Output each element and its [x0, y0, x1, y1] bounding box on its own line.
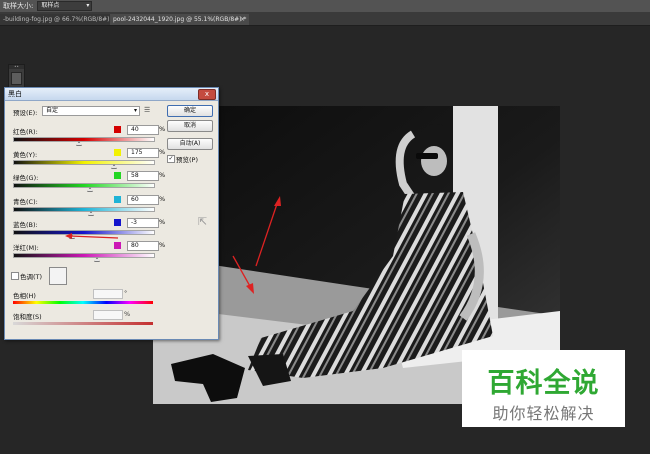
slider-label: 红色(R):: [13, 128, 38, 136]
saturation-slider[interactable]: [13, 322, 153, 325]
watermark-subtitle: 助你轻松解决: [492, 404, 595, 423]
color-swatch: [114, 242, 121, 249]
preset-label: 预设(E):: [13, 109, 38, 117]
slider-value-field[interactable]: -3: [127, 218, 159, 228]
slider-label: 黄色(Y):: [13, 151, 38, 159]
slider-track[interactable]: [13, 183, 155, 188]
slider-label: 青色(C):: [13, 198, 38, 206]
preview-label: 预览(P): [176, 156, 198, 164]
tint-checkbox[interactable]: [11, 272, 19, 280]
percent-unit: %: [159, 241, 166, 249]
preset-select[interactable]: 自定: [42, 106, 140, 116]
collapsed-panel[interactable]: ••: [8, 64, 25, 88]
color-swatch: [114, 126, 121, 133]
saturation-field[interactable]: [93, 310, 123, 320]
red-arrow-line: [69, 235, 119, 239]
hue-field[interactable]: [93, 289, 123, 299]
adjustments-icon[interactable]: [11, 72, 22, 85]
watermark-title: 百科全说: [487, 368, 600, 399]
slider-value-field[interactable]: 60: [127, 195, 159, 205]
dialog-titlebar[interactable]: 黑白 x: [5, 88, 218, 101]
color-swatch: [114, 219, 121, 226]
red-arrow-head: [65, 233, 72, 239]
annotation-arrow: [65, 233, 119, 239]
slider-track[interactable]: [13, 253, 155, 258]
cancel-button[interactable]: 取消: [167, 120, 213, 132]
tab-building-fog[interactable]: -building-fog.jpg @ 66.7%(RGB/8#): [0, 14, 111, 25]
tint-color-swatch[interactable]: [49, 267, 67, 285]
tint-label: 色调(T): [20, 273, 43, 281]
percent-unit: %: [159, 148, 166, 156]
auto-button[interactable]: 自动(A): [167, 138, 213, 150]
saturation-unit: %: [124, 310, 131, 318]
slider-label: 洋红(M):: [13, 244, 39, 252]
color-swatch: [114, 172, 121, 179]
preview-checkbox[interactable]: ✓: [167, 155, 175, 163]
slider-thumb[interactable]: [87, 187, 93, 192]
sample-size-label: 取样大小:: [3, 2, 34, 10]
mouse-pointer-icon: ⇱: [198, 215, 208, 228]
ok-button[interactable]: 确定: [167, 105, 213, 117]
slider-track[interactable]: [13, 137, 155, 142]
black-white-dialog: 黑白 x 预设(E): 自定 ☰ 红色(R): 40% 黄色(Y): 175% 绿色(G…: [4, 87, 219, 340]
face: [421, 146, 447, 176]
slider-thumb[interactable]: [110, 164, 117, 169]
grip-icon[interactable]: ••: [9, 65, 24, 69]
percent-unit: %: [159, 218, 166, 226]
watermark-logo: 百科全说 助你轻松解决: [462, 350, 625, 427]
saturation-label: 饱和度(S): [13, 313, 42, 321]
hue-label: 色相(H): [13, 292, 36, 300]
sample-size-select[interactable]: 取样点: [37, 1, 93, 11]
slider-thumb[interactable]: [88, 211, 95, 216]
tab-label: pool-2432044_1920.jpg @ 55.1%(RGB/8#) *: [113, 16, 247, 23]
slider-value-field[interactable]: 175: [127, 148, 159, 158]
close-icon[interactable]: ×: [240, 14, 245, 25]
tab-label: -building-fog.jpg @ 66.7%(RGB/8#): [3, 16, 110, 23]
percent-unit: %: [159, 171, 166, 179]
slider-track[interactable]: [13, 207, 155, 212]
color-swatch: [114, 196, 121, 203]
hue-unit: °: [124, 289, 128, 297]
percent-unit: %: [159, 195, 166, 203]
slider-value-field[interactable]: 58: [127, 171, 159, 181]
slider-thumb[interactable]: [75, 141, 82, 146]
percent-unit: %: [159, 125, 166, 133]
slider-track[interactable]: [13, 160, 155, 165]
document-tabs: -building-fog.jpg @ 66.7%(RGB/8#) pool-2…: [0, 12, 650, 26]
tab-pool[interactable]: pool-2432044_1920.jpg @ 55.1%(RGB/8#) * …: [110, 14, 249, 25]
close-icon[interactable]: x: [198, 89, 216, 100]
preset-menu-icon[interactable]: ☰: [144, 106, 150, 114]
slider-label: 蓝色(B):: [13, 221, 38, 229]
sunglasses: [416, 153, 438, 159]
slider-value-field[interactable]: 40: [127, 125, 159, 135]
slider-value-field[interactable]: 80: [127, 241, 159, 251]
dialog-title: 黑白: [8, 90, 22, 98]
hue-slider[interactable]: [13, 301, 153, 304]
options-bar: 取样大小: 取样点: [0, 0, 650, 12]
slider-label: 绿色(G):: [13, 174, 39, 182]
slider-thumb[interactable]: [94, 257, 100, 262]
color-swatch: [114, 149, 121, 156]
